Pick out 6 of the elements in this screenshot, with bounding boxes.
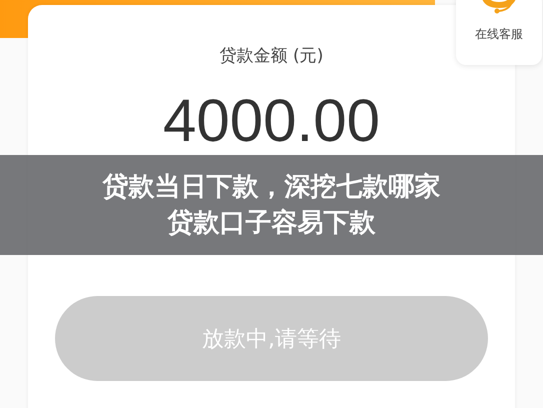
banner-title-line: 贷款口子容易下款 <box>168 207 376 240</box>
loan-amount-label: 贷款金额 (元) <box>220 45 324 67</box>
banner-title-line: 贷款当日下款，深挖七款哪家 <box>102 171 440 204</box>
customer-service-label: 在线客服 <box>475 26 523 43</box>
loan-amount: 4000.00 <box>163 87 380 155</box>
customer-service-button[interactable]: 在线客服 <box>456 0 542 65</box>
